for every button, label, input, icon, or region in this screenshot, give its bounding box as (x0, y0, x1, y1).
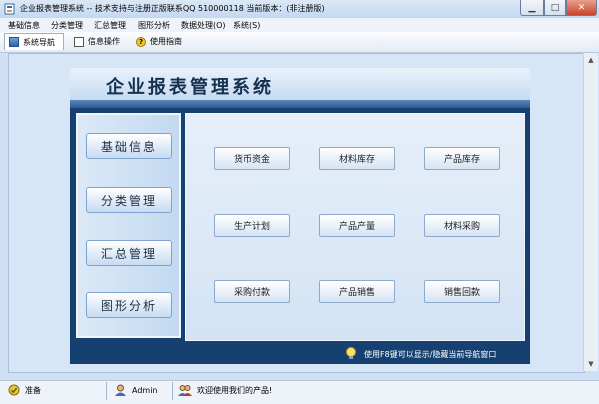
status-bar (0, 380, 599, 404)
menu-basic-info[interactable]: 基础信息 (8, 20, 40, 31)
material-purchase-button[interactable]: 材料采购 (424, 214, 500, 237)
product-stock-button[interactable]: 产品库存 (424, 147, 500, 170)
status-user: Admin (114, 384, 158, 396)
status-state-text: 准备 (25, 385, 41, 395)
menu-system[interactable]: 系统(S) (233, 20, 260, 31)
scroll-up-icon[interactable]: ▲ (584, 53, 598, 67)
status-separator (106, 382, 107, 400)
monitor-icon (9, 37, 19, 47)
maximize-button[interactable]: □ (544, 0, 566, 16)
close-button[interactable]: ✕ (566, 0, 597, 16)
user-icon (115, 384, 126, 396)
vertical-scrollbar[interactable]: ▲ ▼ (583, 53, 598, 371)
status-separator (172, 382, 173, 400)
close-icon: ✕ (577, 2, 586, 13)
nav-title: 企业报表管理系统 (106, 77, 274, 98)
menu-category[interactable]: 分类管理 (51, 20, 83, 31)
minimize-button[interactable]: ▁ (520, 0, 544, 16)
minimize-icon: ▁ (528, 2, 536, 13)
nav-hint: 使用F8键可以显示/隐藏当前导航窗口 (364, 350, 497, 359)
cash-funds-button[interactable]: 货币资金 (214, 147, 290, 170)
sales-receipt-button[interactable]: 销售回款 (424, 280, 500, 303)
production-plan-button[interactable]: 生产计划 (214, 214, 290, 237)
tab-system-nav-label: 系统导航 (23, 37, 55, 47)
product-output-button[interactable]: 产品产量 (319, 214, 395, 237)
window-title: 企业报表管理系统 -- 技术支持与注册正版联系QQ 510000118 当前版本… (20, 4, 325, 13)
status-welcome: 欢迎使用我们的产品! (178, 384, 272, 396)
material-stock-button[interactable]: 材料库存 (319, 147, 395, 170)
status-welcome-text: 欢迎使用我们的产品! (197, 385, 273, 395)
maximize-icon: □ (550, 2, 560, 13)
nav-header-stripe (70, 100, 530, 108)
tab-info-ops[interactable]: 信息操作 (70, 33, 126, 50)
tab-help[interactable]: ? 使用指南 (132, 33, 216, 50)
side-summary-button[interactable]: 汇总管理 (86, 240, 172, 266)
tab-help-label: 使用指南 (150, 37, 182, 46)
app-icon (4, 3, 15, 15)
menu-graph[interactable]: 图形分析 (138, 20, 170, 31)
menu-data[interactable]: 数据处理(O) (181, 20, 226, 31)
help-icon: ? (136, 36, 146, 47)
product-sales-button[interactable]: 产品销售 (319, 280, 395, 303)
status-state: 准备 (8, 384, 41, 396)
side-category-button[interactable]: 分类管理 (86, 187, 172, 213)
tab-system-nav[interactable]: 系统导航 (4, 33, 64, 50)
side-graph-button[interactable]: 图形分析 (86, 292, 172, 318)
status-user-text: Admin (132, 385, 158, 395)
lightbulb-icon (346, 347, 356, 359)
status-ok-icon (8, 384, 20, 396)
tab-info-ops-label: 信息操作 (88, 37, 120, 46)
purchase-payment-button[interactable]: 采购付款 (214, 280, 290, 303)
scroll-down-icon[interactable]: ▼ (584, 357, 598, 371)
document-icon (74, 36, 84, 47)
users-icon (178, 385, 192, 396)
menu-bar (0, 18, 599, 32)
side-basic-info-button[interactable]: 基础信息 (86, 133, 172, 159)
menu-summary[interactable]: 汇总管理 (94, 20, 126, 31)
